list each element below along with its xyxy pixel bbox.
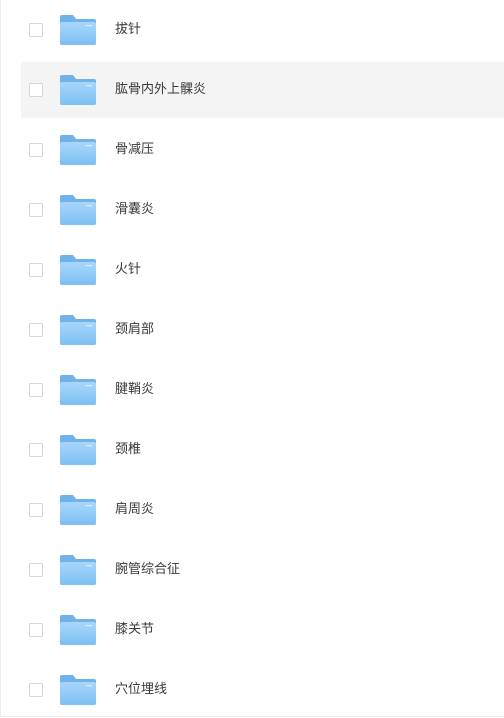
folder-icon	[60, 435, 96, 465]
row-checkbox[interactable]	[29, 23, 43, 37]
file-row[interactable]: 滑囊炎	[21, 182, 504, 238]
folder-icon	[60, 375, 96, 405]
file-row[interactable]: 腱鞘炎	[21, 362, 504, 418]
file-row[interactable]: 火针	[21, 242, 504, 298]
file-name[interactable]: 腕管综合征	[115, 561, 180, 579]
file-row[interactable]: 腕管综合征	[21, 542, 504, 598]
row-checkbox[interactable]	[29, 83, 43, 97]
file-name[interactable]: 火针	[115, 261, 141, 279]
file-name[interactable]: 颈肩部	[115, 321, 154, 339]
folder-icon	[60, 15, 96, 45]
file-row[interactable]: 肩周炎	[21, 482, 504, 538]
row-checkbox[interactable]	[29, 203, 43, 217]
folder-icon	[60, 675, 96, 705]
folder-icon	[60, 195, 96, 225]
folder-icon	[60, 75, 96, 105]
file-name[interactable]: 颈椎	[115, 441, 141, 459]
file-row[interactable]: 肱骨内外上髁炎	[21, 62, 504, 118]
file-name[interactable]: 肩周炎	[115, 501, 154, 519]
folder-icon	[60, 315, 96, 345]
row-checkbox[interactable]	[29, 683, 43, 697]
folder-icon	[60, 255, 96, 285]
file-name[interactable]: 拔针	[115, 21, 141, 39]
file-row[interactable]: 穴位埋线	[21, 662, 504, 718]
row-checkbox[interactable]	[29, 383, 43, 397]
row-checkbox[interactable]	[29, 263, 43, 277]
file-row[interactable]: 膝关节	[21, 602, 504, 658]
row-checkbox[interactable]	[29, 563, 43, 577]
file-name[interactable]: 骨减压	[115, 141, 154, 159]
file-row[interactable]: 拔针	[21, 2, 504, 58]
row-checkbox[interactable]	[29, 443, 43, 457]
file-name[interactable]: 膝关节	[115, 621, 154, 639]
file-name[interactable]: 穴位埋线	[115, 681, 167, 699]
row-checkbox[interactable]	[29, 323, 43, 337]
file-row[interactable]: 颈肩部	[21, 302, 504, 358]
panel-left-border	[0, 0, 1, 717]
file-name[interactable]: 滑囊炎	[115, 201, 154, 219]
folder-icon	[60, 615, 96, 645]
folder-icon	[60, 495, 96, 525]
file-row[interactable]: 骨减压	[21, 122, 504, 178]
file-name[interactable]: 肱骨内外上髁炎	[115, 81, 206, 99]
row-checkbox[interactable]	[29, 143, 43, 157]
folder-icon	[60, 135, 96, 165]
file-name[interactable]: 腱鞘炎	[115, 381, 154, 399]
folder-icon	[60, 555, 96, 585]
file-row[interactable]: 颈椎	[21, 422, 504, 478]
row-checkbox[interactable]	[29, 503, 43, 517]
row-checkbox[interactable]	[29, 623, 43, 637]
